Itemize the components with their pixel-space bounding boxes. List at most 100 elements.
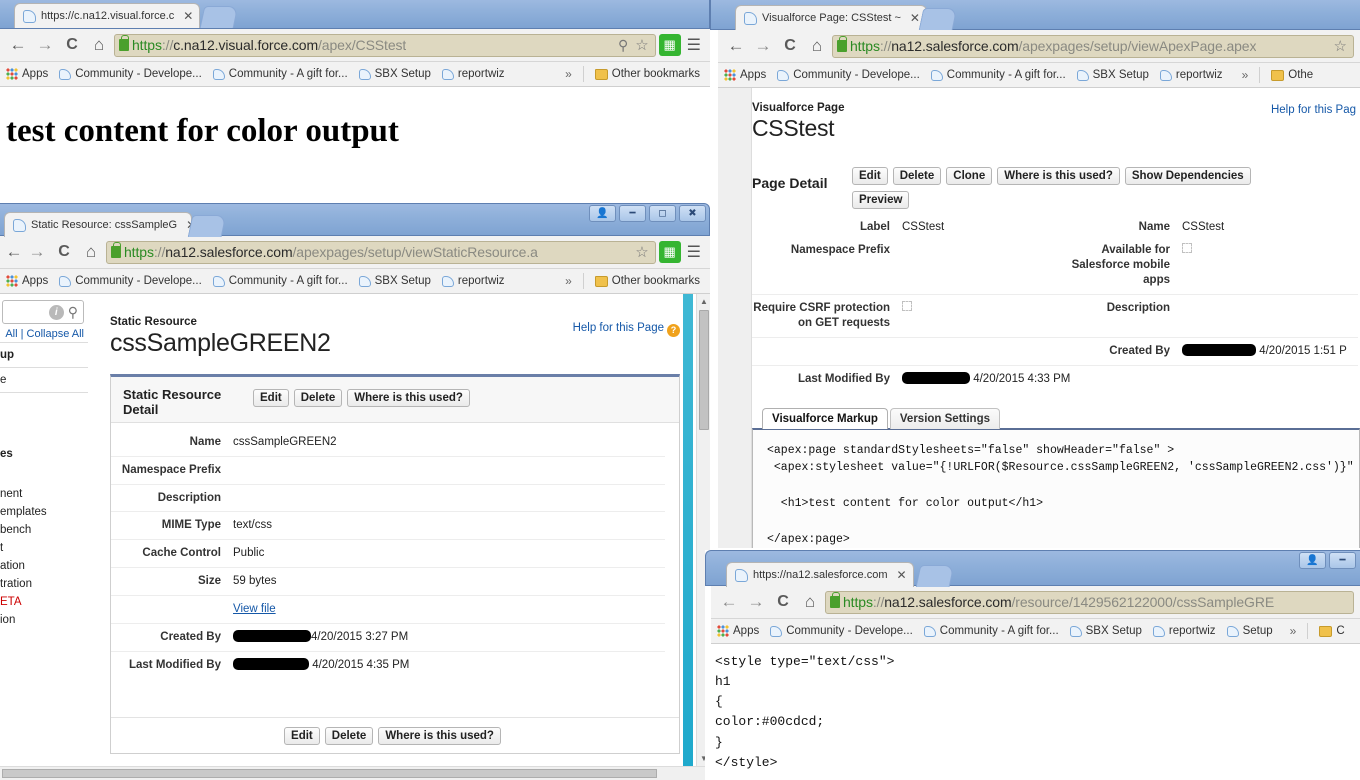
forward-icon[interactable]: → xyxy=(33,33,57,57)
reload-icon[interactable]: C xyxy=(771,590,795,614)
new-tab-button[interactable] xyxy=(915,565,955,587)
bookmark-item[interactable]: Community - A gift for... xyxy=(923,625,1059,637)
bookmark-star-icon[interactable]: ☆ xyxy=(633,243,650,261)
browser-tab-static-resource[interactable]: Static Resource: cssSampleG ✕ xyxy=(4,212,196,237)
bookmark-item[interactable]: Community - A gift for... xyxy=(212,68,348,80)
view-file-link[interactable]: View file xyxy=(233,603,276,615)
sidebar-item-beta[interactable]: ETA xyxy=(0,593,88,611)
bookmark-apps[interactable]: Apps xyxy=(717,625,759,637)
bookmark-item[interactable]: reportwiz xyxy=(441,68,505,80)
bookmark-apps[interactable]: Apps xyxy=(6,275,48,287)
bookmark-other-bookmarks[interactable]: C xyxy=(1319,625,1345,637)
bookmark-item[interactable]: Community - Develope... xyxy=(770,625,913,637)
bookmark-other-bookmarks[interactable]: Other bookmarks xyxy=(594,68,700,80)
browser-tab-resource-raw[interactable]: https://na12.salesforce.com ✕ xyxy=(726,562,914,587)
expand-collapse-all-links[interactable]: All | Collapse All xyxy=(0,326,88,342)
delete-button[interactable]: Delete xyxy=(293,389,343,407)
new-tab-button[interactable] xyxy=(918,8,958,30)
bookmark-item[interactable]: Community - Develope... xyxy=(59,275,202,287)
window-static-resource[interactable]: 👤 ━ ◻ ✖ Static Resource: cssSampleG ✕ ← … xyxy=(0,203,710,780)
bookmark-item[interactable]: Setup xyxy=(1226,625,1273,637)
bookmark-item[interactable]: SBX Setup xyxy=(1069,625,1142,637)
bookmarks-overflow-icon[interactable]: » xyxy=(565,67,572,81)
new-tab-button[interactable] xyxy=(187,215,227,237)
forward-icon[interactable]: → xyxy=(751,34,775,58)
sidebar-item[interactable]: es xyxy=(0,445,88,463)
sidebar-item[interactable]: tration xyxy=(0,575,88,593)
tab-visualforce-markup[interactable]: Visualforce Markup xyxy=(762,407,888,429)
address-bar-resource-raw[interactable]: https://na12.salesforce.com/resource/142… xyxy=(825,590,1354,614)
extension-green-icon[interactable]: ▦ xyxy=(658,241,681,263)
back-icon[interactable]: ← xyxy=(717,590,741,614)
delete-button[interactable]: Delete xyxy=(892,167,942,185)
forward-icon[interactable]: → xyxy=(25,240,49,264)
bookmark-item[interactable]: Community - Develope... xyxy=(59,68,202,80)
sidebar-item[interactable]: ion xyxy=(0,611,88,629)
bookmark-item[interactable]: reportwiz xyxy=(1152,625,1216,637)
address-bar-vf-preview[interactable]: https://c.na12.visual.force.com/apex/CSS… xyxy=(114,33,656,57)
visualforce-markup-code[interactable]: <apex:page standardStylesheets="false" s… xyxy=(752,427,1360,548)
bookmark-other-bookmarks[interactable]: Othe xyxy=(1271,69,1313,81)
bookmark-other-bookmarks[interactable]: Other bookmarks xyxy=(594,275,700,287)
forward-icon[interactable]: → xyxy=(744,590,768,614)
reload-icon[interactable]: C xyxy=(778,34,802,58)
bookmark-item[interactable]: SBX Setup xyxy=(358,68,431,80)
home-icon[interactable]: ⌂ xyxy=(87,33,111,57)
show-dependencies-button[interactable]: Show Dependencies xyxy=(1124,167,1251,185)
bookmark-star-icon[interactable]: ☆ xyxy=(633,36,650,54)
home-icon[interactable]: ⌂ xyxy=(798,590,822,614)
sidebar-item[interactable]: bench xyxy=(0,521,88,539)
bookmarks-overflow-icon[interactable]: » xyxy=(565,274,572,288)
sidebar-section-header[interactable]: up xyxy=(0,343,88,368)
tab-close-icon[interactable]: ✕ xyxy=(897,568,907,582)
home-icon[interactable]: ⌂ xyxy=(79,240,103,264)
bookmark-item[interactable]: Community - A gift for... xyxy=(930,69,1066,81)
new-tab-button[interactable] xyxy=(199,6,239,28)
where-is-this-used-button[interactable]: Where is this used? xyxy=(997,167,1120,185)
bookmark-apps[interactable]: Apps xyxy=(6,68,48,80)
scroll-up-arrow-icon[interactable]: ▲ xyxy=(700,297,708,306)
bookmarks-overflow-icon[interactable]: » xyxy=(1242,68,1249,82)
edit-button[interactable]: Edit xyxy=(253,389,289,407)
tab-close-icon[interactable]: ✕ xyxy=(910,11,920,25)
clone-button[interactable]: Clone xyxy=(946,167,993,185)
back-icon[interactable]: ← xyxy=(6,240,23,264)
bookmark-item[interactable]: Community - A gift for... xyxy=(212,275,348,287)
chrome-menu-icon[interactable]: ☰ xyxy=(684,242,704,262)
help-for-this-page-link[interactable]: Help for this Pag xyxy=(1271,104,1356,116)
bookmark-item[interactable]: SBX Setup xyxy=(358,275,431,287)
horizontal-scrollbar[interactable] xyxy=(0,766,710,780)
tab-version-settings[interactable]: Version Settings xyxy=(889,407,1000,429)
bookmark-item[interactable]: SBX Setup xyxy=(1076,69,1149,81)
reload-icon[interactable]: C xyxy=(52,240,76,264)
zoom-search-icon[interactable]: ⚲ xyxy=(616,37,630,54)
window-resource-raw[interactable]: 👤 ━ https://na12.salesforce.com ✕ ← → C … xyxy=(705,550,1360,780)
home-icon[interactable]: ⌂ xyxy=(805,34,829,58)
sidebar-item[interactable]: t xyxy=(0,539,88,557)
bookmark-apps[interactable]: Apps xyxy=(724,69,766,81)
scroll-thumb[interactable] xyxy=(699,310,709,430)
edit-button[interactable]: Edit xyxy=(852,167,888,185)
delete-button[interactable]: Delete xyxy=(324,727,374,746)
sidebar-item[interactable]: e xyxy=(0,368,88,393)
preview-button[interactable]: Preview xyxy=(852,191,910,209)
sidebar-item[interactable]: emplates xyxy=(0,503,88,521)
sidebar-item[interactable]: nent xyxy=(0,485,88,503)
extension-green-icon[interactable]: ▦ xyxy=(658,34,681,56)
window-apex-page[interactable]: Visualforce Page: CSStest ~ ✕ ← → C ⌂ ht… xyxy=(710,0,1360,555)
window-vf-preview[interactable]: https://c.na12.visual.force.c ✕ ← → C ⌂ … xyxy=(0,0,710,215)
edit-button[interactable]: Edit xyxy=(284,727,320,746)
bookmark-item[interactable]: reportwiz xyxy=(441,275,505,287)
where-is-this-used-button[interactable]: Where is this used? xyxy=(378,727,501,746)
bookmarks-overflow-icon[interactable]: » xyxy=(1290,624,1297,638)
search-icon[interactable]: ⚲ xyxy=(68,304,78,321)
tab-close-icon[interactable]: ✕ xyxy=(183,9,193,23)
scroll-thumb[interactable] xyxy=(2,769,657,778)
address-bar-apex-page[interactable]: https://na12.salesforce.com/apexpages/se… xyxy=(832,34,1354,58)
address-bar-static-resource[interactable]: https://na12.salesforce.com/apexpages/se… xyxy=(106,240,656,264)
help-for-this-page-link[interactable]: Help for this Page xyxy=(573,322,664,334)
back-icon[interactable]: ← xyxy=(6,33,30,57)
bookmark-item[interactable]: Community - Develope... xyxy=(777,69,920,81)
chrome-menu-icon[interactable]: ☰ xyxy=(684,35,704,55)
sidebar-item[interactable]: ation xyxy=(0,557,88,575)
